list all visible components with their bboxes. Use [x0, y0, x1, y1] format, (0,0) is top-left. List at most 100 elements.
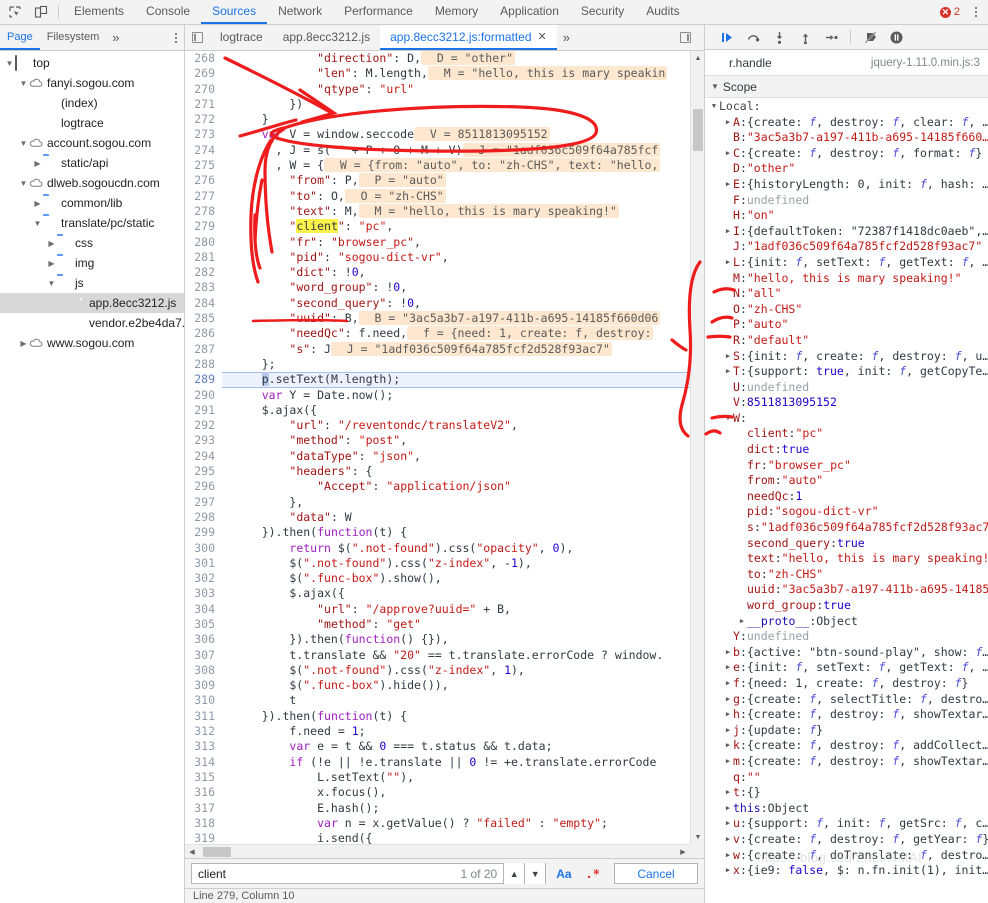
line-number[interactable]: 290 — [185, 387, 222, 403]
chevron-right-icon[interactable]: ▶ — [723, 660, 733, 676]
step-icon[interactable] — [819, 26, 843, 48]
editor-tab-app-js[interactable]: app.8ecc3212.js — [273, 25, 380, 50]
line-number[interactable]: 301 — [185, 555, 222, 572]
scope-row-q[interactable]: q: "" — [705, 770, 988, 786]
line-number[interactable]: 297 — [185, 494, 222, 510]
tree-item-logtrace[interactable]: logtrace — [0, 113, 184, 133]
scope-row-u[interactable]: ▶ u: {support: f, init: f, getSrc: f, c… — [705, 816, 988, 832]
code-line[interactable]: 303 $.ajax({ — [185, 586, 690, 602]
line-number[interactable]: 282 — [185, 265, 222, 281]
line-number[interactable]: 299 — [185, 525, 222, 541]
line-number[interactable]: 277 — [185, 188, 222, 204]
chevron-down-icon[interactable]: ▼ — [18, 79, 29, 88]
line-number[interactable]: 274 — [185, 142, 222, 159]
chevron-right-icon[interactable]: ▶ — [723, 115, 733, 131]
scroll-right-arrow-icon[interactable]: ▶ — [676, 845, 690, 858]
code-line[interactable]: 288 }; — [185, 356, 690, 373]
device-toolbar-icon[interactable] — [28, 0, 54, 24]
chevron-right-icon[interactable]: ▶ — [723, 349, 733, 365]
search-input-wrapper[interactable]: 1 of 20 ▲ ▼ — [191, 863, 547, 884]
code-line[interactable]: 270 "qtype": "url" — [185, 81, 690, 97]
editor-horizontal-scrollbar[interactable]: ◀ ▶ — [185, 844, 690, 858]
scroll-up-arrow-icon[interactable]: ▲ — [691, 51, 704, 65]
chevron-right-icon[interactable]: ▶ — [723, 738, 733, 754]
scope-row-e[interactable]: ▶ e: {init: f, setText: f, getText: f, … — [705, 660, 988, 676]
line-number[interactable]: 306 — [185, 632, 222, 648]
error-count-badge[interactable]: ✕ 2 — [939, 6, 960, 18]
navigator-more-options-icon[interactable] — [168, 32, 184, 43]
code-line[interactable]: 292 "url": "/reventondc/translateV2", — [185, 418, 690, 434]
line-number[interactable]: 286 — [185, 326, 222, 342]
scope-section-header[interactable]: ▼ Scope — [705, 76, 988, 98]
scope-row-pid[interactable]: pid: "sogou-dict-vr" — [705, 504, 988, 520]
code-line[interactable]: 312 f.need = 1; — [185, 724, 690, 740]
scope-row-v[interactable]: V: 8511813095152 — [705, 395, 988, 411]
line-number[interactable]: 294 — [185, 448, 222, 465]
line-number[interactable]: 305 — [185, 616, 222, 633]
tree-item-dlweb-sogoucdn-com[interactable]: ▼ dlweb.sogoucdn.com — [0, 173, 184, 193]
tree-item-app-8ecc3212-js[interactable]: app.8ecc3212.js — [0, 293, 184, 313]
scope-row-from[interactable]: from: "auto" — [705, 473, 988, 489]
scope-row-j[interactable]: ▶ j: {update: f} — [705, 723, 988, 739]
chevron-down-icon[interactable]: ▼ — [18, 179, 29, 188]
tab-sources[interactable]: Sources — [201, 0, 268, 24]
line-number[interactable]: 309 — [185, 678, 222, 694]
chevron-right-icon[interactable]: ▶ — [723, 645, 733, 661]
line-number[interactable]: 298 — [185, 509, 222, 526]
code-line[interactable]: 301 $(".not-found").css("z-index", -1), — [185, 555, 690, 572]
regex-button[interactable]: .* — [582, 867, 604, 881]
scope-row-k[interactable]: ▶ k: {create: f, destroy: f, addCollect… — [705, 738, 988, 754]
scope-row-to[interactable]: to: "zh-CHS" — [705, 567, 988, 583]
code-line[interactable]: 310 t — [185, 693, 690, 709]
line-number[interactable]: 284 — [185, 295, 222, 312]
vertical-scrollbar-thumb[interactable] — [693, 109, 703, 151]
step-into-icon[interactable] — [767, 26, 791, 48]
pause-on-exceptions-icon[interactable] — [884, 26, 908, 48]
line-number[interactable]: 273 — [185, 127, 222, 143]
chevron-right-icon[interactable]: ▶ — [723, 364, 733, 380]
line-number[interactable]: 270 — [185, 81, 222, 97]
code-line[interactable]: 295 "headers": { — [185, 464, 690, 480]
scope-row-p[interactable]: P: "auto" — [705, 317, 988, 333]
line-number[interactable]: 318 — [185, 815, 222, 832]
line-number[interactable]: 281 — [185, 249, 222, 266]
code-line[interactable]: 286 "needQc": f.need, f = {need: 1, crea… — [185, 326, 690, 342]
line-number[interactable]: 293 — [185, 433, 222, 449]
tree-item--index-[interactable]: (index) — [0, 93, 184, 113]
chevron-down-icon[interactable]: ▼ — [32, 219, 43, 228]
code-line[interactable]: 306 }).then(function() {}), — [185, 632, 690, 648]
line-number[interactable]: 314 — [185, 754, 222, 770]
line-number[interactable]: 289 — [185, 372, 222, 388]
close-icon[interactable]: ✕ — [538, 30, 547, 43]
match-case-button[interactable]: Aa — [552, 867, 575, 881]
chevron-down-icon[interactable]: ▼ — [4, 59, 15, 68]
scope-row-h[interactable]: ▶ h: {create: f, destroy: f, showTextar… — [705, 707, 988, 723]
line-number[interactable]: 304 — [185, 601, 222, 617]
show-debugger-icon[interactable] — [672, 32, 698, 43]
inspect-element-icon[interactable] — [2, 0, 28, 24]
scope-tree[interactable]: ▼ Local: ▶ A: {create: f, destroy: f, clear… — [705, 98, 988, 903]
scope-row-f[interactable]: F: undefined — [705, 193, 988, 209]
scope-row-word_group[interactable]: word_group: true — [705, 598, 988, 614]
chevron-right-icon[interactable]: ▶ — [18, 339, 29, 348]
chevron-right-icon[interactable]: ▶ — [723, 692, 733, 708]
scope-row-second_query[interactable]: second_query: true — [705, 536, 988, 552]
line-number[interactable]: 278 — [185, 203, 222, 220]
chevron-down-icon[interactable]: ▼ — [18, 139, 29, 148]
scope-row-y[interactable]: Y: undefined — [705, 629, 988, 645]
chevron-right-icon[interactable]: ▶ — [723, 707, 733, 723]
scope-row-l[interactable]: ▶ L: {init: f, setText: f, getText: f, … — [705, 255, 988, 271]
scope-row-v[interactable]: ▶v: {create: f, destroy: f, getYear: f} — [705, 832, 988, 848]
scope-row-j[interactable]: J: "1adf036c509f64a785fcf2d528f93ac7" — [705, 239, 988, 255]
code-line[interactable]: 269 "len": M.length, M = "hello, this is… — [185, 66, 690, 82]
line-number[interactable]: 272 — [185, 112, 222, 128]
line-number[interactable]: 303 — [185, 586, 222, 602]
code-line[interactable]: 311 }).then(function(t) { — [185, 708, 690, 725]
show-navigator-icon[interactable] — [185, 25, 210, 50]
scope-row-n[interactable]: N: "all" — [705, 286, 988, 302]
code-line[interactable]: 316 x.focus(), — [185, 785, 690, 801]
tree-item-www-sogou-com[interactable]: ▶ www.sogou.com — [0, 333, 184, 353]
tab-console[interactable]: Console — [135, 0, 201, 24]
tree-item-static-api[interactable]: ▶ static/api — [0, 153, 184, 173]
scope-row-d[interactable]: D: "other" — [705, 161, 988, 177]
